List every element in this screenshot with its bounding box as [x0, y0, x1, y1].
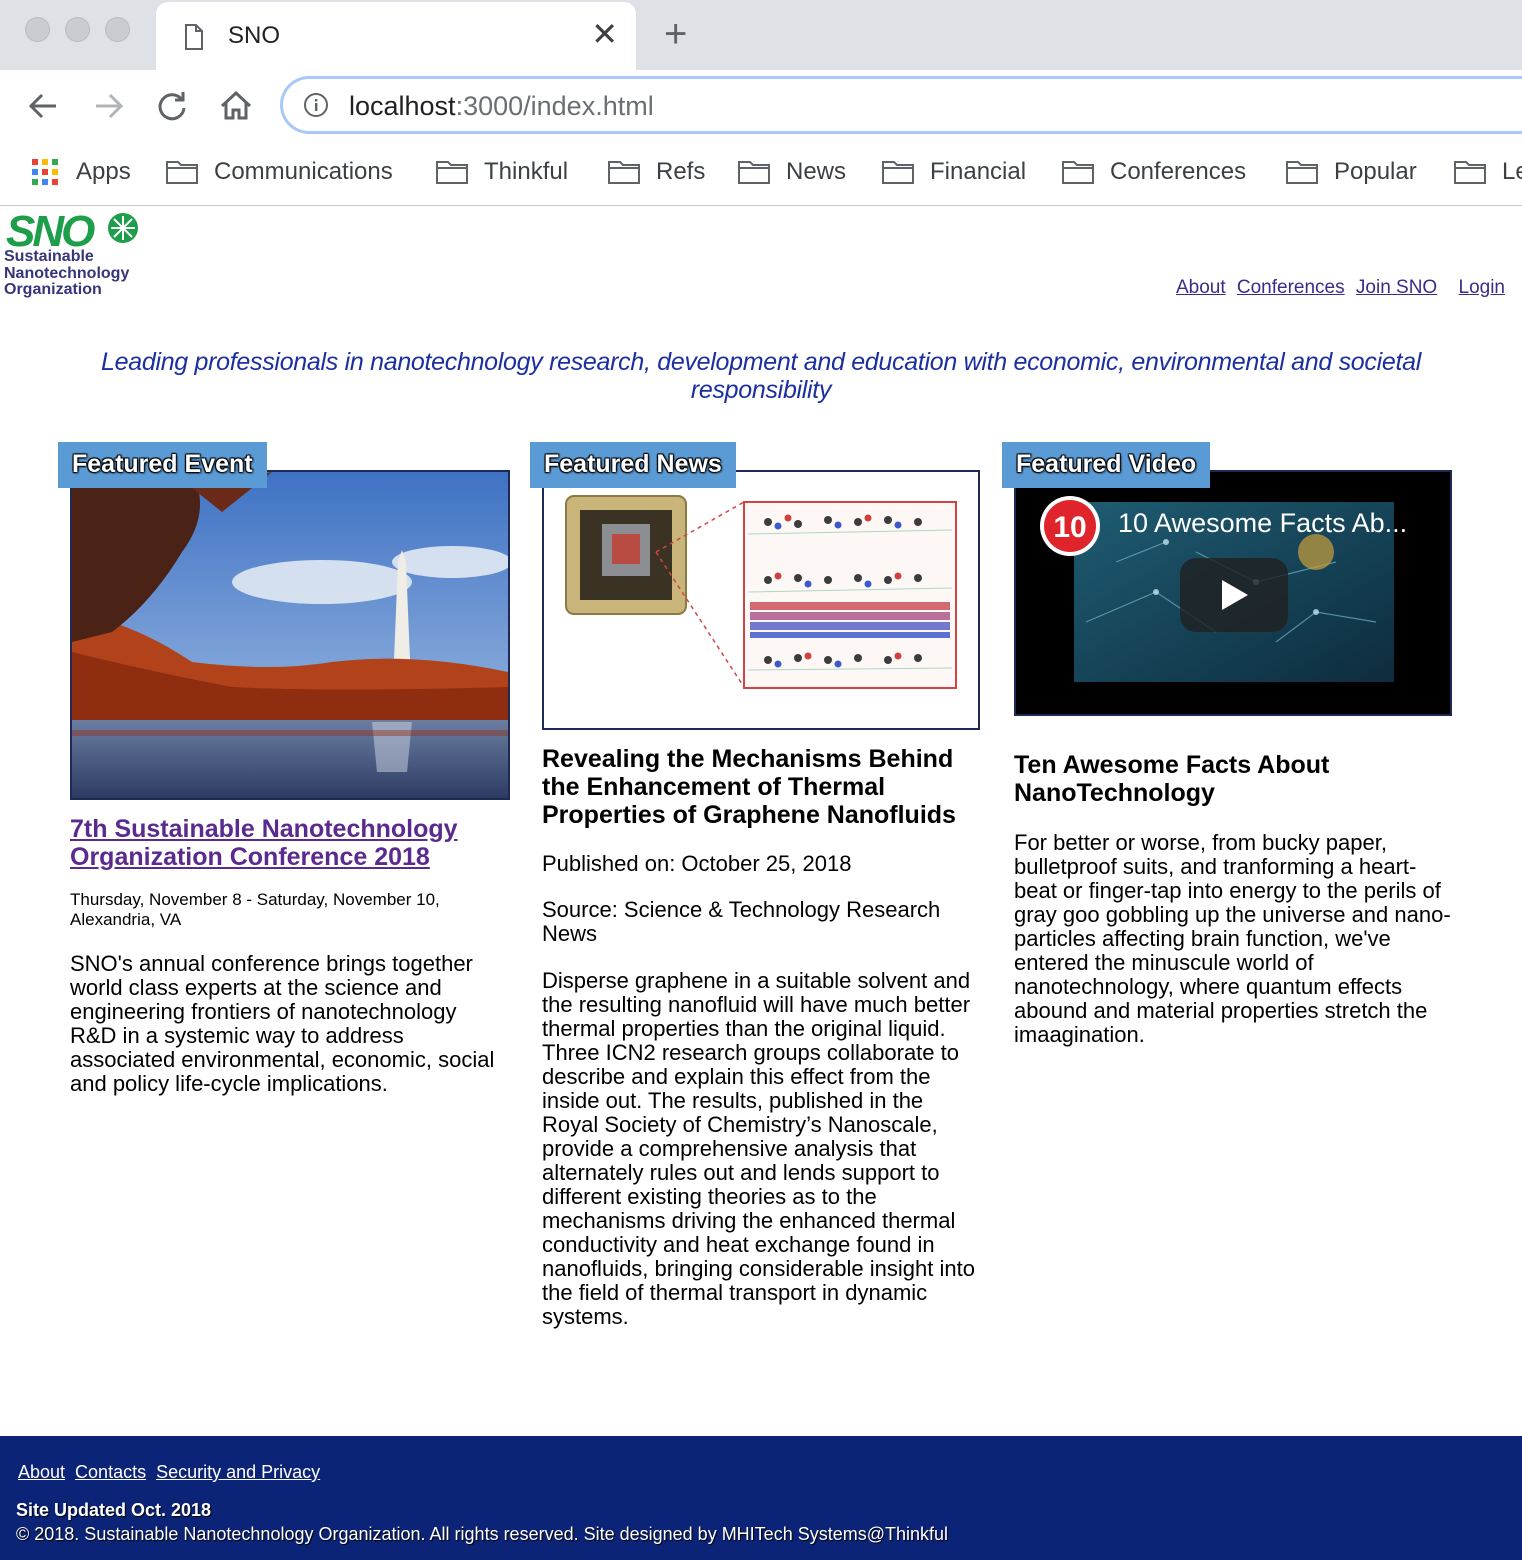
bookmark-label: Thinkful — [484, 158, 569, 185]
back-arrow-icon[interactable] — [22, 84, 66, 128]
video-title: Ten Awesome Facts About NanoTechnology — [1014, 751, 1330, 807]
folder-icon — [1454, 161, 1486, 184]
apps-grid-icon — [32, 159, 58, 185]
bookmark-truncated[interactable]: Le — [1454, 154, 1522, 190]
news-body: Disperse graphene in a suitable solvent … — [542, 968, 975, 1329]
folder-icon — [882, 161, 914, 184]
news-published: Published on: October 25, 2018 — [542, 851, 852, 876]
bookmark-apps[interactable]: Apps — [32, 154, 131, 190]
document-icon — [185, 24, 203, 50]
featured-news-label: Featured News — [530, 442, 736, 488]
channel-badge-icon: 10 — [1040, 496, 1100, 556]
video-title-overlay: 10 Awesome Facts Ab... — [1118, 508, 1408, 538]
browser-tab-bar: SNO ✕ + — [0, 0, 1522, 70]
footer-contacts-link[interactable]: Contacts — [75, 1462, 146, 1482]
bookmark-label: Communications — [214, 158, 393, 185]
news-image — [542, 470, 980, 730]
video-player[interactable]: 10 10 Awesome Facts Ab... — [1014, 470, 1452, 716]
window-zoom-dot[interactable] — [105, 17, 130, 42]
folder-icon — [1062, 161, 1094, 184]
footer-about-link[interactable]: About — [18, 1462, 65, 1482]
bookmark-label: Conferences — [1110, 158, 1247, 185]
browser-tab[interactable]: SNO ✕ — [156, 2, 636, 70]
site-updated: Site Updated Oct. 2018 — [16, 1500, 212, 1520]
logo-line: Nanotechnology — [4, 264, 130, 282]
washington-monument-photo — [72, 472, 508, 798]
nav-join-sno[interactable]: Join SNO — [1356, 277, 1437, 298]
event-title-link[interactable]: 7th Sustainable Nanotechnology Organizat… — [70, 815, 458, 871]
bookmark-conferences[interactable]: Conferences — [1062, 154, 1246, 190]
bookmark-communications[interactable]: Communications — [166, 154, 393, 190]
graphene-diagram — [565, 495, 957, 689]
info-icon[interactable] — [303, 92, 329, 118]
page-footer: About Contacts Security and Privacy Site U… — [0, 1436, 1522, 1560]
bookmark-thinkful[interactable]: Thinkful — [436, 154, 568, 190]
url-text: localhost:3000/index.html — [349, 91, 654, 121]
address-bar[interactable]: localhost:3000/index.html — [280, 76, 1522, 134]
featured-event-label: Featured Event — [58, 442, 267, 488]
bookmark-refs[interactable]: Refs — [608, 154, 705, 190]
bookmark-label: Refs — [656, 158, 706, 185]
window-close-dot[interactable] — [25, 17, 50, 42]
folder-icon — [738, 161, 770, 184]
news-title: Revealing the Mechanisms Behind the Enha… — [542, 745, 956, 829]
event-description: SNO's annual conference brings together … — [70, 951, 495, 1096]
tagline: Leading professionals in nanotechnology … — [101, 348, 1421, 404]
video-description: For better or worse, from bucky paper, b… — [1014, 830, 1451, 1047]
folder-icon — [436, 161, 468, 184]
new-tab-icon[interactable]: + — [664, 14, 687, 54]
bookmark-news[interactable]: News — [738, 154, 846, 190]
bookmark-label: Financial — [930, 158, 1027, 185]
folder-icon — [166, 161, 198, 184]
bookmark-label: Apps — [76, 158, 131, 185]
nav-login[interactable]: Login — [1459, 277, 1506, 298]
bookmarks-bar: Apps Communications Thinkful Refs News F… — [0, 142, 1522, 206]
copyright: © 2018. Sustainable Nanotechnology Organ… — [16, 1524, 949, 1544]
svg-text:10: 10 — [1053, 511, 1086, 544]
folder-icon — [1286, 161, 1318, 184]
browser-toolbar: localhost:3000/index.html — [0, 70, 1522, 142]
bookmark-label: Le — [1502, 158, 1522, 185]
logo-text: Sustainable Nanotechnology Organization — [4, 248, 130, 299]
play-button-icon[interactable] — [1180, 558, 1288, 632]
home-icon[interactable] — [214, 84, 258, 128]
nav-about[interactable]: About — [1176, 277, 1226, 298]
news-source: Source: Science & Technology Research Ne… — [542, 897, 941, 946]
bookmark-label: News — [786, 158, 847, 185]
forward-arrow-icon[interactable] — [86, 84, 130, 128]
event-dates: Thursday, November 8 - Saturday, Novembe… — [70, 890, 440, 929]
footer-links: About Contacts Security and Privacy — [18, 1462, 330, 1483]
logo-line: Sustainable — [4, 248, 94, 265]
reload-icon[interactable] — [150, 84, 194, 128]
event-image — [70, 470, 510, 800]
folder-icon — [608, 161, 640, 184]
window-minimize-dot[interactable] — [65, 17, 90, 42]
nav-conferences[interactable]: Conferences — [1237, 277, 1345, 298]
footer-security-link[interactable]: Security and Privacy — [156, 1462, 320, 1482]
tab-title: SNO — [228, 22, 281, 49]
bookmark-financial[interactable]: Financial — [882, 154, 1026, 190]
featured-video-label: Featured Video — [1002, 442, 1211, 488]
logo-line: Organization — [4, 281, 102, 298]
bookmark-label: Popular — [1334, 158, 1417, 185]
event-title: 7th Sustainable Nanotechnology Organizat… — [70, 815, 500, 871]
top-nav: About Conferences Join SNO Login — [1170, 277, 1505, 299]
close-tab-icon[interactable]: ✕ — [591, 18, 618, 50]
bookmark-popular[interactable]: Popular — [1286, 154, 1417, 190]
